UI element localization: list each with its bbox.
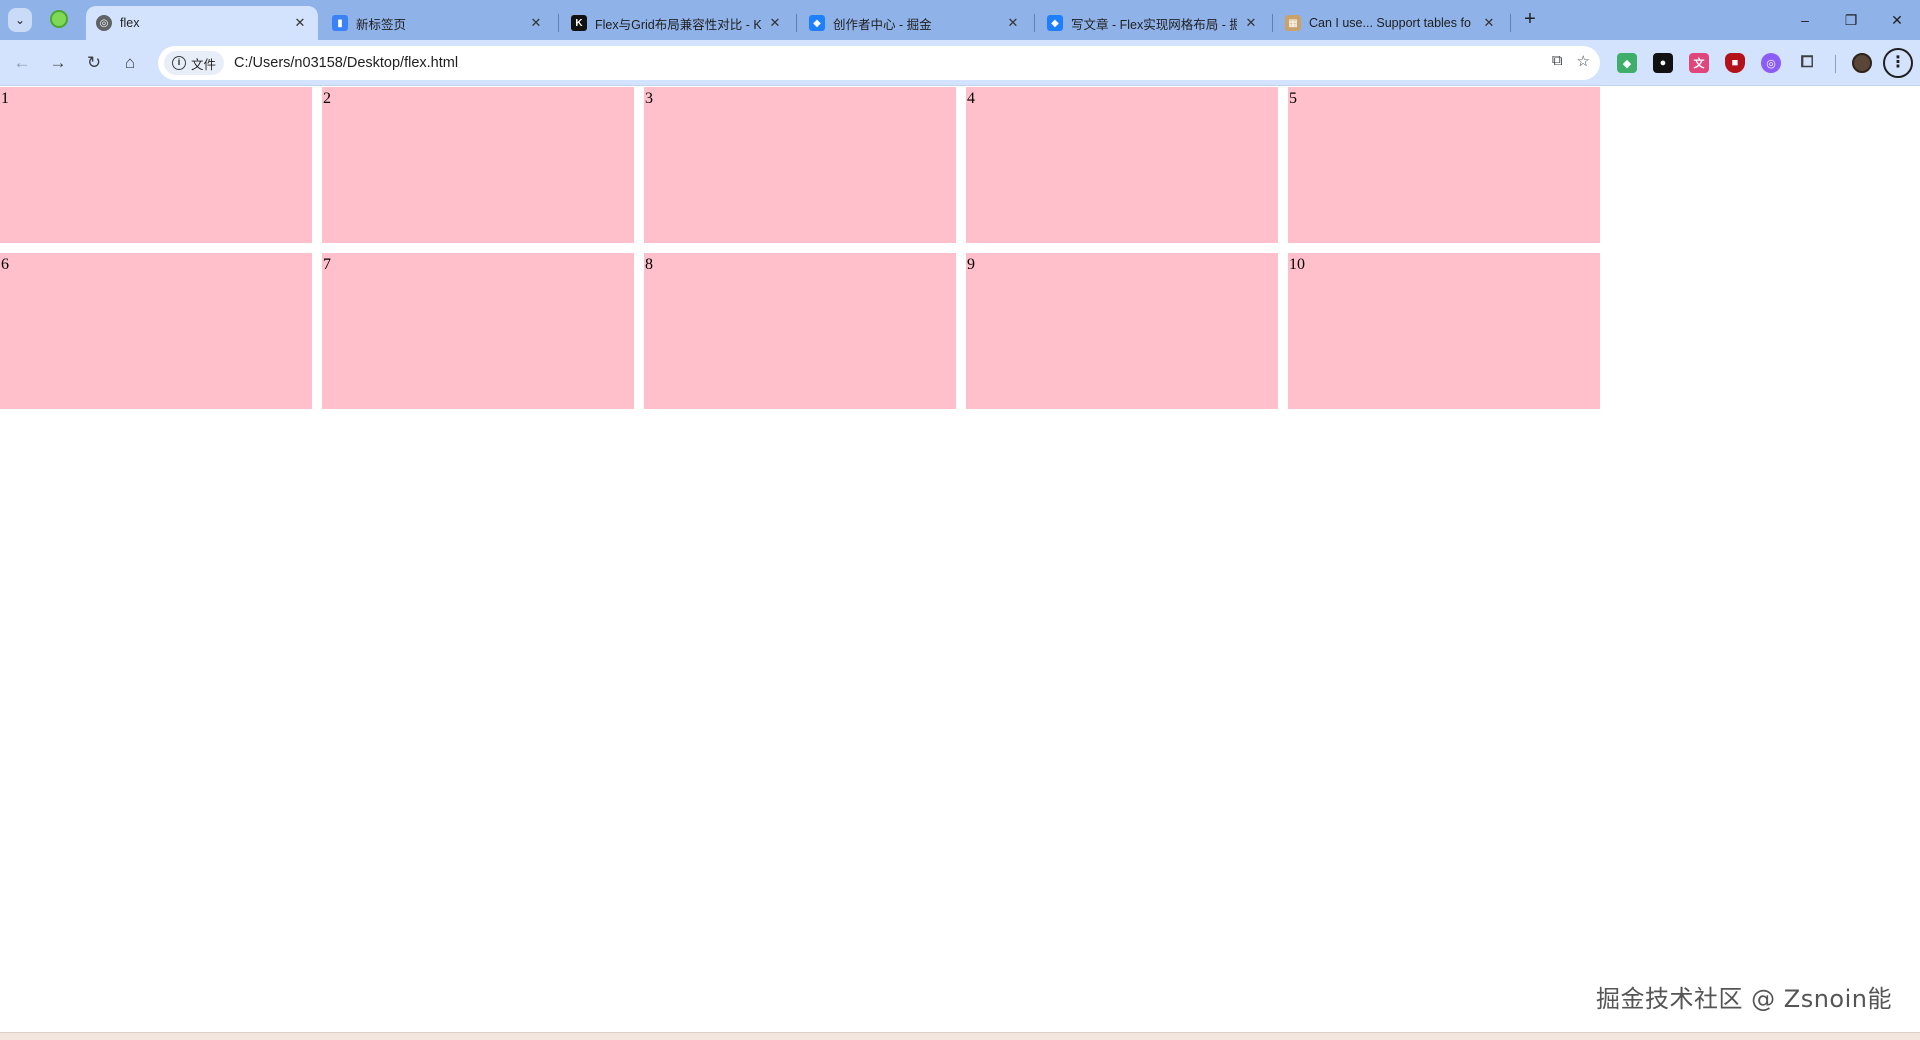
taskbar-edge <box>0 1032 1920 1040</box>
close-icon[interactable]: ✕ <box>528 15 544 31</box>
chevron-down-icon: ⌄ <box>14 13 26 27</box>
tab-flex[interactable]: ◎ flex ✕ <box>86 6 318 40</box>
tab-strip: ⌄ ◎ flex ✕ ▮ 新标签页 ✕ K Flex与Grid布局兼容性对比 -… <box>0 0 1920 40</box>
profile-avatar[interactable] <box>1852 53 1872 73</box>
address-bar[interactable]: i 文件 C:/Users/n03158/Desktop/flex.html ⧉… <box>158 46 1600 80</box>
tab-juejin-creator[interactable]: ◆ 创作者中心 - 掘金 ✕ <box>799 6 1031 40</box>
grid-item: 7 <box>322 253 634 409</box>
tab-title: 新标签页 <box>356 17 407 32</box>
grid-item: 8 <box>644 253 956 409</box>
tab-divider <box>1510 14 1511 32</box>
extension-red-shield-icon[interactable]: ■ <box>1725 53 1745 73</box>
juejin-icon: ◆ <box>809 15 825 31</box>
tab-title: flex <box>120 16 140 30</box>
tab-divider <box>1272 14 1273 32</box>
close-icon[interactable]: ✕ <box>1005 15 1021 31</box>
flex-grid: 1 2 3 4 5 6 7 8 9 10 <box>0 87 1920 409</box>
new-tab-button[interactable]: + <box>1518 8 1542 32</box>
grid-item: 5 <box>1288 87 1600 243</box>
browser-toolbar: ← → ↻ ⌂ i 文件 C:/Users/n03158/Desktop/fle… <box>0 40 1920 86</box>
tab-newtab[interactable]: ▮ 新标签页 ✕ <box>322 6 554 40</box>
tab-flex-grid-compare[interactable]: K Flex与Grid布局兼容性对比 - K ✕ <box>561 6 793 40</box>
tab-title: 写文章 - Flex实现网格布局 - 掘 <box>1071 17 1237 32</box>
back-button[interactable]: ← <box>8 49 36 77</box>
grid-item: 10 <box>1288 253 1600 409</box>
browser-menu-button[interactable]: ⋮ <box>1883 48 1913 78</box>
newtab-icon: ▮ <box>332 15 348 31</box>
juejin-icon: ◆ <box>1047 15 1063 31</box>
grid-item: 3 <box>644 87 956 243</box>
grid-item: 1 <box>0 87 312 243</box>
globe-icon: ◎ <box>96 15 112 31</box>
home-button[interactable]: ⌂ <box>116 49 144 77</box>
tab-divider <box>796 14 797 32</box>
tab-divider <box>1034 14 1035 32</box>
tab-search-button[interactable]: ⌄ <box>8 8 32 32</box>
extension-glasses-icon[interactable]: ● <box>1653 53 1673 73</box>
extension-pink-translate-icon[interactable]: 文 <box>1689 53 1709 73</box>
tab-title: Flex与Grid布局兼容性对比 - K <box>595 17 761 32</box>
reload-icon: ↻ <box>86 53 102 72</box>
close-icon[interactable]: ✕ <box>292 15 308 31</box>
caniuse-icon: ▦ <box>1285 15 1301 31</box>
close-icon[interactable]: ✕ <box>767 15 783 31</box>
grid-item: 9 <box>966 253 1278 409</box>
url-text[interactable]: C:/Users/n03158/Desktop/flex.html <box>234 55 458 71</box>
watermark-text: 掘金技术社区 @ Zsnoin能 <box>1596 985 1892 1013</box>
extension-green-shield-icon[interactable]: ◆ <box>1617 53 1637 73</box>
tab-title: Can I use... Support tables fo <box>1309 16 1471 30</box>
close-window-button[interactable]: ✕ <box>1874 0 1920 40</box>
close-icon[interactable]: ✕ <box>1243 15 1259 31</box>
close-icon[interactable]: ✕ <box>1481 15 1497 31</box>
bookmark-star-icon[interactable]: ☆ <box>1577 52 1590 70</box>
toolbar-divider <box>1835 55 1836 73</box>
restore-button[interactable]: ❐ <box>1828 0 1874 40</box>
arrow-right-icon: → <box>49 53 67 72</box>
grid-item: 6 <box>0 253 312 409</box>
tab-juejin-write[interactable]: ◆ 写文章 - Flex实现网格布局 - 掘 ✕ <box>1037 6 1269 40</box>
kebab-menu-icon: ⋮ <box>1890 54 1906 71</box>
extensions-puzzle-icon[interactable]: ⧠ <box>1797 53 1817 73</box>
extension-screenshot-icon[interactable]: ◎ <box>1761 53 1781 73</box>
translate-icon[interactable]: ⧉ <box>1552 52 1563 70</box>
arrow-left-icon: ← <box>13 53 31 72</box>
reload-button[interactable]: ↻ <box>80 49 108 77</box>
site-info-label: 文件 <box>191 57 217 72</box>
info-icon: i <box>172 56 186 70</box>
minimize-button[interactable]: – <box>1782 0 1828 40</box>
grid-item: 2 <box>322 87 634 243</box>
tab-divider <box>558 14 559 32</box>
forward-button[interactable]: → <box>44 49 72 77</box>
k-logo-icon: K <box>571 15 587 31</box>
tab-group-icon[interactable] <box>50 10 68 28</box>
tab-caniuse[interactable]: ▦ Can I use... Support tables fo ✕ <box>1275 6 1507 40</box>
site-info-chip[interactable]: i 文件 <box>164 51 225 75</box>
page-viewport: 1 2 3 4 5 6 7 8 9 10 掘金技术社区 @ Zsnoin能 <box>0 87 1920 1032</box>
grid-item: 4 <box>966 87 1278 243</box>
home-icon: ⌂ <box>124 53 136 72</box>
tab-title: 创作者中心 - 掘金 <box>833 17 932 32</box>
